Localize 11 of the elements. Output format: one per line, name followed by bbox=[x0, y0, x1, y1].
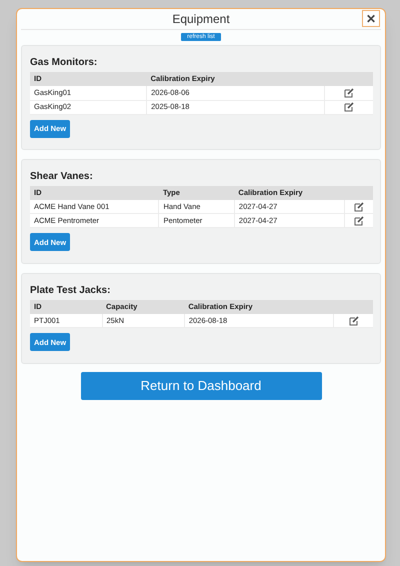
edit-icon[interactable] bbox=[354, 202, 364, 212]
return-to-dashboard-button[interactable]: Return to Dashboard bbox=[80, 372, 322, 400]
edit-icon[interactable] bbox=[348, 316, 359, 326]
section-title: Plate Test Jacks: bbox=[30, 284, 112, 298]
dialog-title: Equipment bbox=[172, 11, 230, 28]
edit-icon[interactable] bbox=[354, 216, 364, 226]
edit-icon[interactable] bbox=[344, 88, 354, 98]
section-title: Gas Monitors: bbox=[30, 56, 98, 70]
close-button[interactable]: ✕ bbox=[362, 10, 380, 27]
edit-icon[interactable] bbox=[344, 102, 354, 112]
section-title: Shear Vanes: bbox=[30, 170, 94, 184]
